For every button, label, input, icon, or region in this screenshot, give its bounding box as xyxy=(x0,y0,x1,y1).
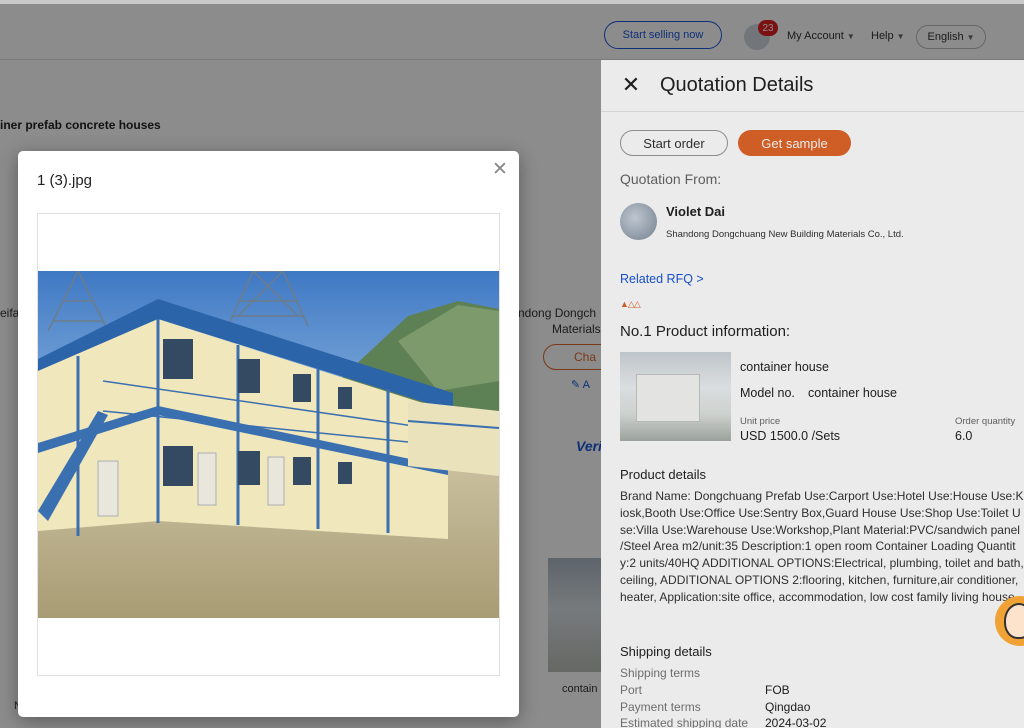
port-value: FOB xyxy=(765,683,790,697)
supplier-name: Violet Dai xyxy=(666,204,726,219)
model-label: Model no. xyxy=(740,386,795,400)
preview-image xyxy=(38,271,499,618)
quotation-from-label: Quotation From: xyxy=(620,171,722,187)
supplier-company: Shandong Dongchuang New Building Materia… xyxy=(666,229,904,240)
product-details-text: Brand Name: Dongchuang Prefab Use:Carpor… xyxy=(620,489,1024,604)
start-order-button[interactable]: Start order xyxy=(620,130,728,156)
quotation-drawer: ✕ Quotation Details Start order Get samp… xyxy=(601,60,1024,728)
close-icon[interactable]: ✕ xyxy=(620,74,642,96)
drawer-header: ✕ Quotation Details xyxy=(601,60,1024,112)
get-sample-button[interactable]: Get sample xyxy=(738,130,851,156)
unit-price-value: USD 1500.0 /Sets xyxy=(740,429,841,443)
assistant-face-icon xyxy=(1004,603,1024,639)
product-thumbnail[interactable] xyxy=(620,352,731,441)
related-rfq-link[interactable]: Related RFQ > xyxy=(620,272,704,286)
model-value: container house xyxy=(808,386,897,400)
shipping-terms-label: Shipping terms xyxy=(620,666,701,680)
supplier-avatar xyxy=(620,203,657,240)
image-preview-modal: 1 (3).jpg ✕ xyxy=(18,151,519,717)
modal-title: 1 (3).jpg xyxy=(37,172,93,189)
product-info-title: No.1 Product information: xyxy=(620,323,791,340)
shipping-details-title: Shipping details xyxy=(620,644,712,659)
payment-terms-value: Qingdao xyxy=(765,700,811,714)
estimated-shipping-date-label: Estimated shipping date xyxy=(620,716,749,728)
unit-price-label: Unit price xyxy=(740,416,781,427)
product-details-title: Product details xyxy=(620,467,706,482)
order-quantity-value: 6.0 xyxy=(955,429,973,443)
drawer-title: Quotation Details xyxy=(660,74,814,96)
product-name: container house xyxy=(740,360,829,374)
thumbs-up-icon: ▲△△ xyxy=(620,299,641,309)
order-quantity-label: Order quantity xyxy=(955,416,1016,427)
close-icon[interactable]: ✕ xyxy=(491,159,509,181)
estimated-shipping-date-value: 2024-03-02 xyxy=(765,716,827,728)
port-label: Port xyxy=(620,683,643,697)
payment-terms-label: Payment terms xyxy=(620,700,701,714)
image-frame xyxy=(37,213,500,676)
